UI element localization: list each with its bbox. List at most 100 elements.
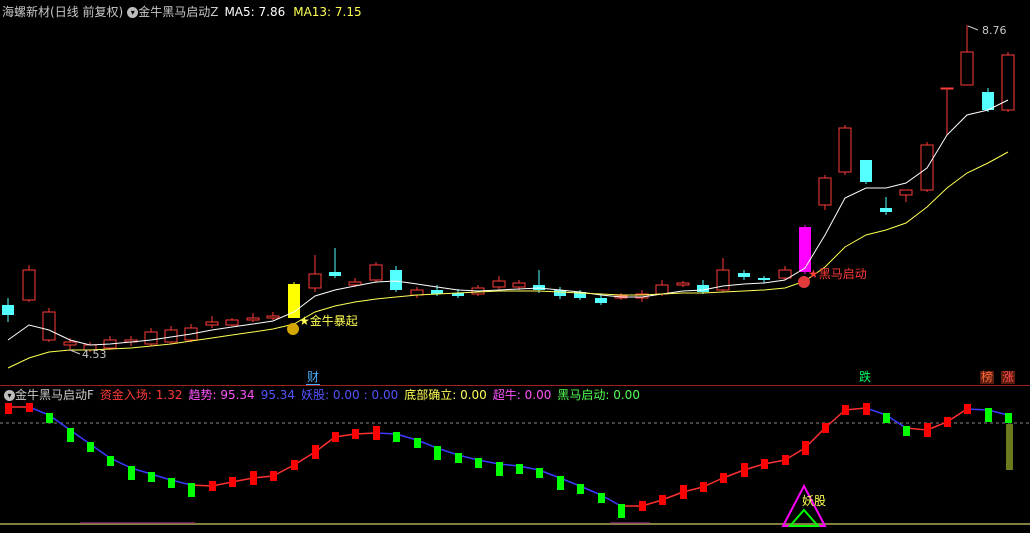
ind-chaoniu: 超牛: 0.00: [492, 388, 552, 402]
low-price-label: 4.53: [82, 348, 107, 361]
ind-yaogu: 妖股: 0.00: [301, 388, 360, 402]
volume-bar: [1006, 424, 1013, 470]
candle: [554, 287, 566, 299]
candle: [369, 262, 383, 283]
ind-qushi: 趋势: 95.34: [188, 388, 255, 402]
candle-body: [738, 273, 750, 277]
signal-bar: [782, 455, 789, 465]
candle-body: [246, 317, 260, 321]
ind-dibu: 底部确立: 0.00: [404, 388, 487, 402]
signal-bar: [720, 473, 727, 483]
candle: [390, 266, 402, 292]
candle: [288, 282, 300, 318]
signal-bar: [700, 482, 707, 492]
candle-body: [42, 311, 56, 341]
candle-body: [512, 282, 526, 288]
candle: [410, 287, 424, 298]
candle-body: [818, 177, 832, 206]
candle-body: [144, 331, 158, 345]
candle-body: [778, 269, 792, 279]
signal-bar: [434, 446, 441, 460]
candlestick-chart[interactable]: 8.76 4.53 ★金牛暴起 ★黑马启动: [0, 16, 1030, 386]
signal-bar: [680, 485, 687, 499]
candle-body: [225, 319, 239, 326]
signal-bar: [964, 404, 971, 414]
signal-bar: [598, 493, 605, 503]
candle-body: [410, 289, 424, 296]
high-price-label: 8.76: [982, 24, 1007, 37]
candle: [676, 281, 690, 287]
signal-bar: [863, 403, 870, 415]
indicator-chart[interactable]: 妖股: [0, 403, 1030, 533]
candle: [329, 248, 341, 278]
candle-body: [308, 273, 322, 289]
signal-bar: [67, 428, 74, 442]
signal-bar: [802, 441, 809, 455]
candle-body: [266, 315, 280, 319]
signal-bar: [496, 462, 503, 476]
signal-bar: [373, 426, 380, 440]
signal-bar: [639, 501, 646, 511]
indicator-header: ▾ 金牛黑马启动F 资金入场: 1.32 趋势: 95.34 95.34 妖股: 0.00…: [2, 386, 640, 404]
ind-name[interactable]: 金牛黑马启动F: [15, 388, 94, 402]
signal-bar: [577, 484, 584, 494]
badge-bang[interactable]: 榜: [980, 371, 995, 384]
candle-body: [899, 189, 913, 196]
candle: [738, 270, 750, 280]
candle-body: [758, 278, 770, 280]
indicator-menu-icon-2[interactable]: ▾: [4, 390, 15, 401]
candle-body: [697, 285, 709, 292]
candle-body: [655, 284, 669, 295]
candle: [225, 318, 239, 326]
candle: [838, 125, 852, 175]
candle-body: [288, 284, 300, 318]
candle: [308, 255, 322, 292]
signal-bar: [944, 417, 951, 427]
signal-bar: [903, 426, 910, 436]
candle: [960, 25, 974, 86]
ind-qushi2: 95.34: [260, 388, 296, 402]
signal-bar: [985, 408, 992, 422]
signal-bar: [107, 456, 114, 466]
candle-body: [22, 269, 36, 301]
signal-bar: [250, 471, 257, 485]
signal-bar: [209, 481, 216, 491]
low-price-pointer: [69, 349, 81, 355]
candle-body: [880, 208, 892, 212]
signal-bar: [842, 405, 849, 415]
signal-bar: [455, 453, 462, 463]
signal-bar: [270, 471, 277, 481]
candle: [22, 265, 36, 302]
signal-bar: [87, 442, 94, 452]
badge-die[interactable]: 跌: [858, 371, 872, 384]
signal-bar: [761, 459, 768, 469]
signal-bar: [352, 429, 359, 439]
ma5-line: [7, 99, 1009, 346]
badge-cai[interactable]: 财: [306, 371, 321, 385]
signal-bar: [291, 460, 298, 470]
high-price-pointer: [967, 25, 979, 31]
signal-heima: ★黑马启动: [808, 267, 867, 281]
candle: [595, 295, 607, 305]
candle: [940, 87, 954, 135]
candle-body: [799, 227, 811, 272]
signal-bar: [516, 464, 523, 474]
yaogu-marker-label: 妖股: [802, 494, 826, 508]
signal-bar: [557, 476, 564, 490]
badge-zhang[interactable]: 涨: [1001, 371, 1016, 384]
signal-bar: [393, 432, 400, 442]
signal-bar: [475, 458, 482, 468]
candle-body: [329, 272, 341, 276]
signal-bar: [741, 463, 748, 477]
signal-bar: [332, 432, 339, 442]
candle: [880, 197, 892, 215]
signal-bar: [229, 477, 236, 487]
candle-body: [492, 280, 506, 288]
candle: [1001, 52, 1015, 112]
signal-bar: [618, 504, 625, 518]
ind-blank: : 0.00: [363, 388, 399, 402]
candle: [860, 160, 872, 184]
candle: [205, 316, 219, 328]
signal-bar: [26, 403, 33, 412]
ind-zijin: 资金入场: 1.32: [99, 388, 183, 402]
